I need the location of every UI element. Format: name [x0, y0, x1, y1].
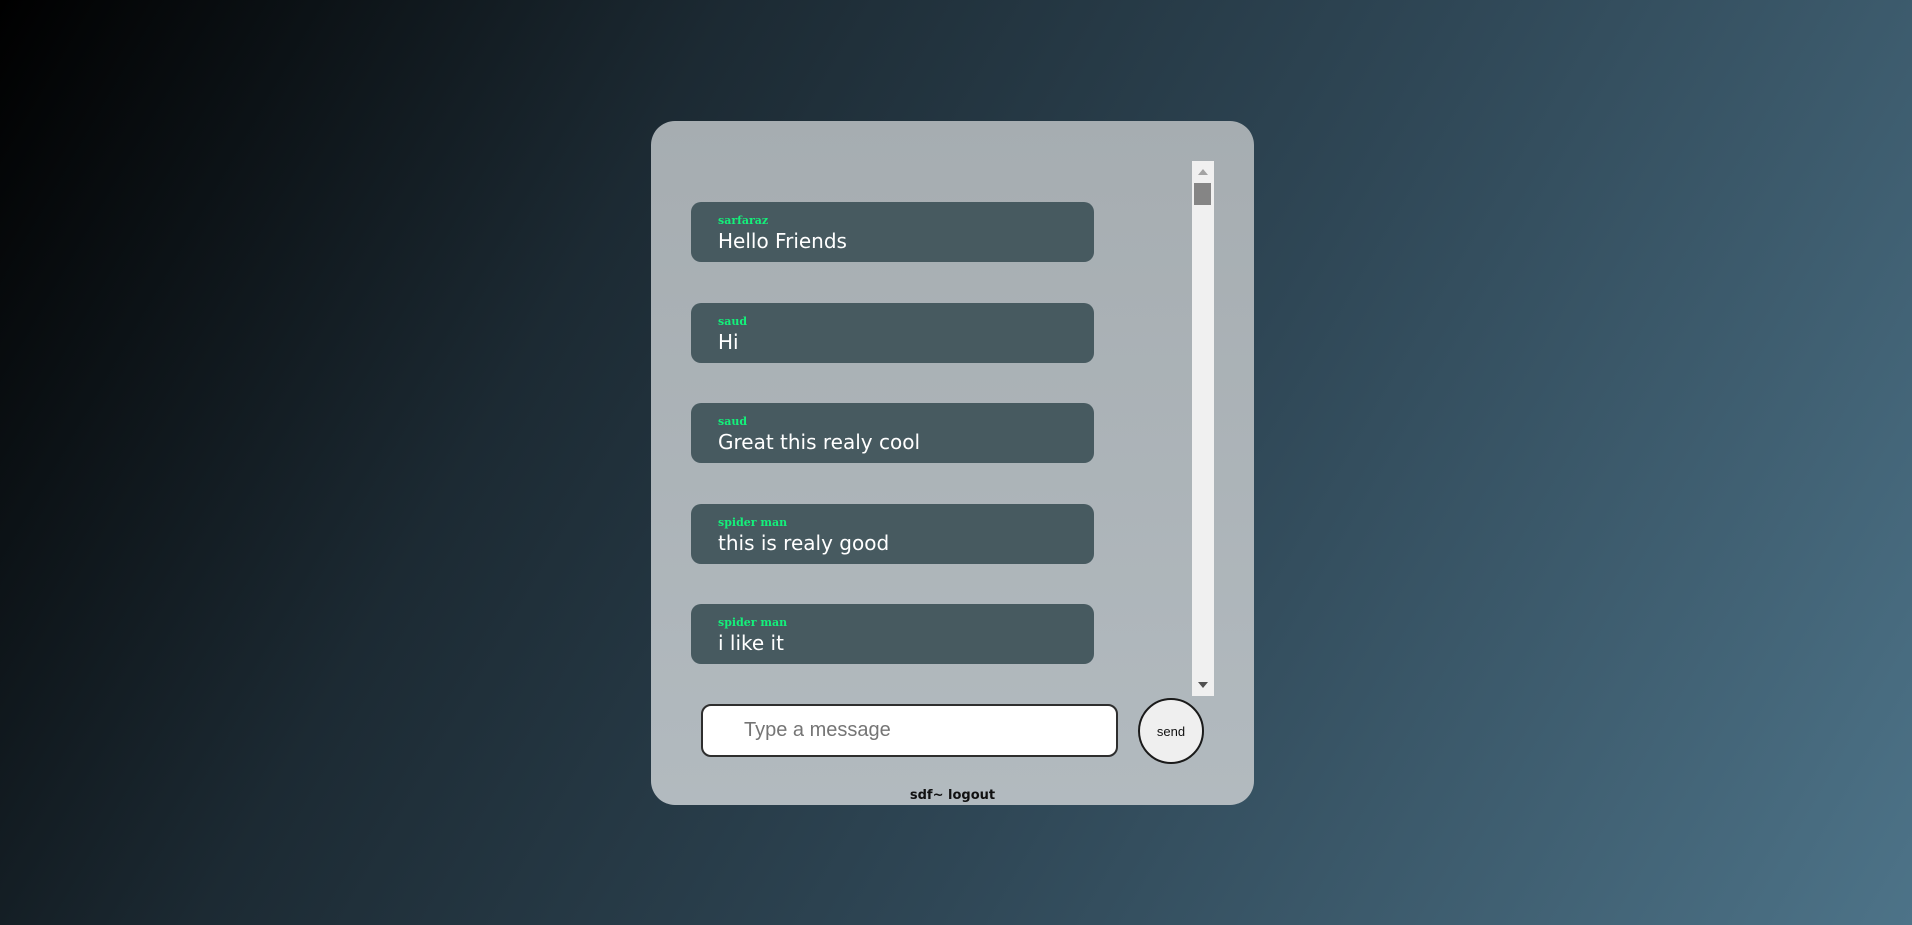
message-sender: spider man	[718, 516, 788, 529]
message-bubble: sarfaraz Hello Friends	[691, 202, 1094, 262]
message-sender: spider man	[718, 616, 788, 629]
message-text: Hi	[718, 330, 739, 354]
chat-card: sarfaraz Hello Friends saud Hi saud Grea…	[651, 121, 1254, 805]
message-sender: saud	[718, 415, 748, 428]
message-text: Hello Friends	[718, 229, 847, 253]
message-bubble: saud Hi	[691, 303, 1094, 363]
message-bubble: spider man this is realy good	[691, 504, 1094, 564]
current-username: sdf~	[909, 788, 949, 803]
messages-area: sarfaraz Hello Friends saud Hi saud Grea…	[691, 161, 1214, 696]
composer: send	[701, 698, 1206, 768]
scroll-up-arrow-icon[interactable]	[1198, 169, 1208, 175]
messages-scrollbar[interactable]	[1192, 161, 1214, 696]
message-text: this is realy good	[718, 531, 890, 555]
message-text: Great this realy cool	[718, 430, 921, 454]
message-bubble: saud Great this realy cool	[691, 403, 1094, 463]
message-bubble: spider man i like it	[691, 604, 1094, 664]
scroll-thumb[interactable]	[1194, 183, 1211, 205]
footer: sdf~ logout	[651, 788, 1254, 804]
message-text: i like it	[718, 631, 784, 655]
message-input[interactable]	[701, 704, 1118, 757]
message-sender: sarfaraz	[718, 214, 769, 227]
send-button[interactable]: send	[1138, 698, 1204, 764]
message-sender: saud	[718, 315, 748, 328]
scroll-down-arrow-icon[interactable]	[1198, 682, 1208, 688]
logout-link[interactable]: logout	[948, 788, 995, 803]
